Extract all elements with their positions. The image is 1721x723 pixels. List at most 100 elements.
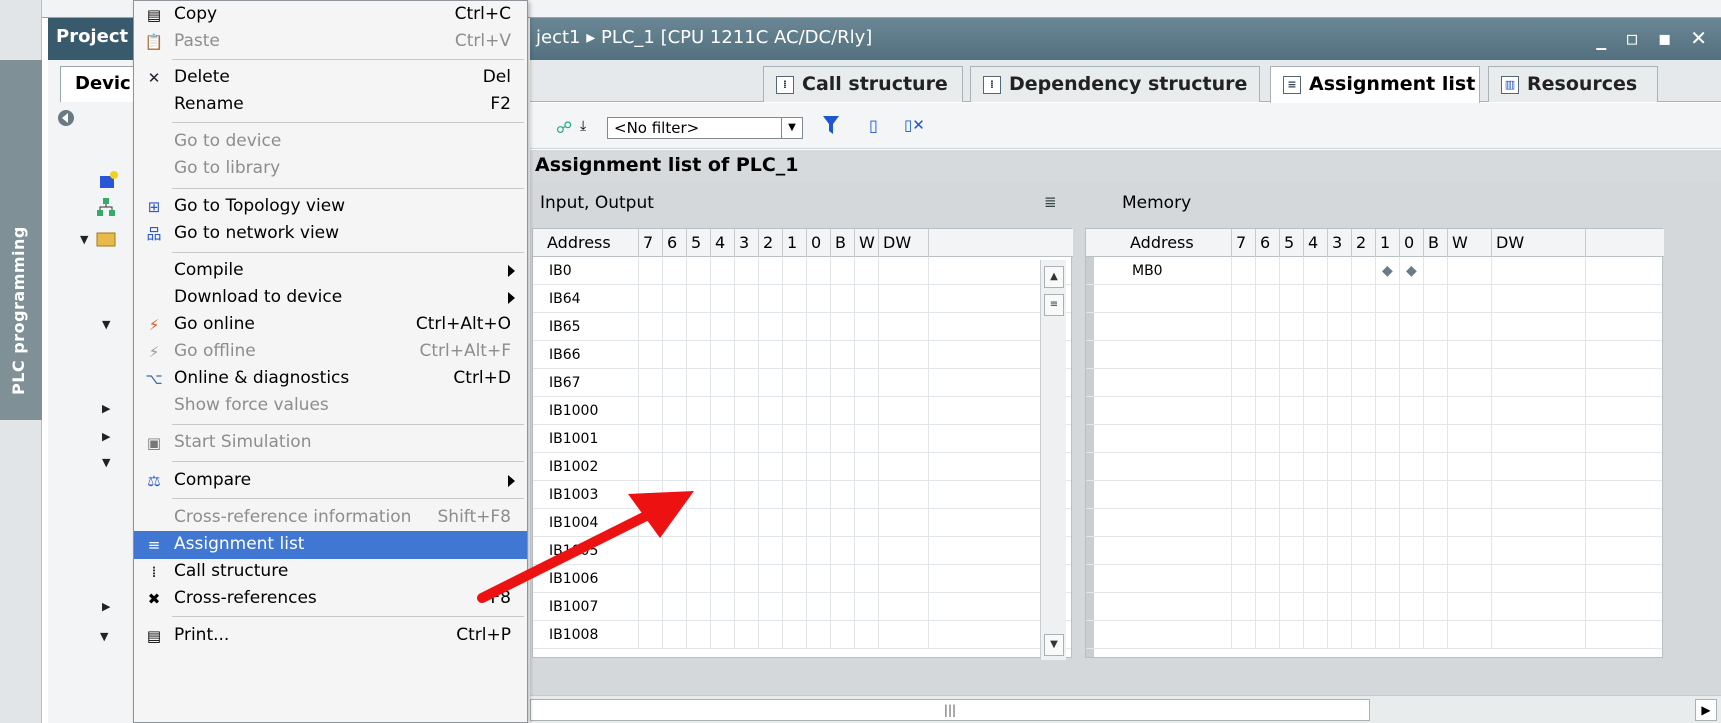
filter-icon[interactable] bbox=[822, 114, 840, 140]
table-row[interactable] bbox=[1086, 537, 1662, 565]
view-icon[interactable]: ☍ bbox=[556, 118, 572, 137]
table-row[interactable]: MB0 ◆ ◆ bbox=[1086, 257, 1662, 285]
menu-item-copy[interactable]: ▤ Copy Ctrl+C bbox=[134, 1, 527, 29]
table-row[interactable] bbox=[1086, 453, 1662, 481]
table-row[interactable] bbox=[1086, 397, 1662, 425]
chevron-down-icon[interactable]: ▼ bbox=[781, 118, 802, 138]
menu-item-assignment-list[interactable]: ≡ Assignment list bbox=[134, 531, 527, 559]
collapse-arrow-icon[interactable]: ▶ bbox=[102, 402, 110, 415]
column-header[interactable]: 1 bbox=[783, 229, 807, 257]
menu-item-compare[interactable]: ⚖ Compare bbox=[134, 467, 527, 495]
column-header[interactable]: 0 bbox=[1400, 229, 1424, 257]
column-header[interactable]: W bbox=[1448, 229, 1492, 257]
menu-item-cross-references[interactable]: ✖ Cross-references F8 bbox=[134, 585, 527, 613]
table-row[interactable]: IB1008 bbox=[533, 621, 1071, 649]
menu-item-print[interactable]: ▤ Print... Ctrl+P bbox=[134, 622, 527, 650]
table-row[interactable] bbox=[1086, 593, 1662, 621]
column-header[interactable]: 4 bbox=[1304, 229, 1328, 257]
tab-call-structure[interactable]: ⁞ Call structure bbox=[763, 66, 963, 102]
column-header[interactable]: 5 bbox=[687, 229, 711, 257]
scroll-right-button[interactable]: ▶ bbox=[1695, 699, 1717, 721]
menu-item-compile[interactable]: Compile bbox=[134, 257, 527, 285]
menu-item-delete[interactable]: ✕ Delete Del bbox=[134, 64, 527, 92]
back-icon[interactable] bbox=[56, 108, 76, 128]
column-header[interactable]: 6 bbox=[663, 229, 687, 257]
devices-networks-icon[interactable] bbox=[96, 197, 116, 217]
table-row[interactable] bbox=[1086, 509, 1662, 537]
table-row[interactable]: IB1001 bbox=[533, 425, 1071, 453]
legend-icon[interactable]: ≣ bbox=[1044, 193, 1057, 211]
column-header[interactable]: B bbox=[831, 229, 855, 257]
bit-cell bbox=[831, 537, 855, 565]
horizontal-scrollbar[interactable]: ||| ▶ bbox=[530, 695, 1721, 723]
menu-item-online-diagnostics[interactable]: ⌥ Online & diagnostics Ctrl+D bbox=[134, 365, 527, 393]
column-header[interactable]: 3 bbox=[735, 229, 759, 257]
column-header[interactable]: DW bbox=[1492, 229, 1586, 257]
table-row[interactable]: IB1007 bbox=[533, 593, 1071, 621]
column-header[interactable]: 3 bbox=[1328, 229, 1352, 257]
menu-item-download-to-device[interactable]: Download to device bbox=[134, 284, 527, 312]
table-row[interactable]: IB1002 bbox=[533, 453, 1071, 481]
column-header[interactable]: DW bbox=[879, 229, 929, 257]
menu-item-go-online[interactable]: ⚡ Go online Ctrl+Alt+O bbox=[134, 311, 527, 339]
table-row[interactable]: IB64 bbox=[533, 285, 1071, 313]
column-header[interactable]: 0 bbox=[807, 229, 831, 257]
devices-tab[interactable]: Devic bbox=[60, 66, 140, 102]
tab-resources[interactable]: ▥ Resources bbox=[1488, 66, 1658, 102]
table-row[interactable]: IB0 bbox=[533, 257, 1071, 285]
column-header[interactable]: 2 bbox=[759, 229, 783, 257]
table-row[interactable] bbox=[1086, 369, 1662, 397]
table-row[interactable]: IB1005 bbox=[533, 537, 1071, 565]
add-device-icon[interactable] bbox=[98, 170, 118, 190]
expand-arrow-icon[interactable]: ▼ bbox=[102, 456, 110, 469]
table-row[interactable]: IB1006 bbox=[533, 565, 1071, 593]
column-header[interactable]: B bbox=[1424, 229, 1448, 257]
expand-arrow-icon[interactable]: ▼ bbox=[102, 318, 110, 331]
menu-item-go-to-network-view[interactable]: 品 Go to network view bbox=[134, 220, 527, 248]
table-row[interactable] bbox=[1086, 285, 1662, 313]
plc-programming-tab[interactable]: PLC programming bbox=[0, 60, 42, 420]
collapse-arrow-icon[interactable]: ▶ bbox=[102, 600, 110, 613]
table-row[interactable] bbox=[1086, 621, 1662, 649]
expand-arrow-icon[interactable]: ▼ bbox=[100, 630, 108, 643]
table-row[interactable] bbox=[1086, 313, 1662, 341]
expand-arrow-icon[interactable]: ▼ bbox=[80, 233, 88, 246]
tab-dependency-structure[interactable]: ⁞ Dependency structure bbox=[970, 66, 1260, 102]
download-filter-icon[interactable]: ⤓ bbox=[580, 118, 586, 134]
column-header[interactable]: 5 bbox=[1280, 229, 1304, 257]
column-header[interactable]: 1 bbox=[1376, 229, 1400, 257]
scroll-thumb[interactable]: ≡ bbox=[1044, 294, 1064, 316]
tab-assignment-list[interactable]: ≡ Assignment list bbox=[1270, 66, 1480, 103]
filter-select[interactable]: <No filter> bbox=[607, 117, 803, 139]
column-header[interactable]: 6 bbox=[1256, 229, 1280, 257]
column-header[interactable]: Address bbox=[543, 229, 639, 257]
vertical-scrollbar[interactable]: ▲ ≡ ▼ bbox=[1040, 260, 1066, 660]
menu-item-go-to-topology-view[interactable]: ⊞ Go to Topology view bbox=[134, 193, 527, 221]
table-row[interactable]: IB65 bbox=[533, 313, 1071, 341]
table-row[interactable] bbox=[1086, 481, 1662, 509]
table-row[interactable]: IB1004 bbox=[533, 509, 1071, 537]
free-addresses-icon[interactable]: ▯✕ bbox=[904, 116, 925, 134]
window-controls[interactable]: _ ▫ ▪ ✕ bbox=[1596, 26, 1713, 50]
scroll-thumb[interactable]: ||| bbox=[530, 699, 1370, 721]
column-header[interactable]: 7 bbox=[639, 229, 663, 257]
table-row[interactable]: IB1003 bbox=[533, 481, 1071, 509]
bit-cell bbox=[1424, 509, 1448, 537]
scroll-down-button[interactable]: ▼ bbox=[1044, 634, 1064, 656]
column-header[interactable]: Address bbox=[1126, 229, 1232, 257]
menu-item-call-structure[interactable]: ⁞ Call structure bbox=[134, 558, 527, 586]
table-row[interactable]: IB67 bbox=[533, 369, 1071, 397]
collapse-arrow-icon[interactable]: ▶ bbox=[102, 430, 110, 443]
scroll-up-button[interactable]: ▲ bbox=[1044, 266, 1064, 288]
table-row[interactable] bbox=[1086, 565, 1662, 593]
menu-item-rename[interactable]: Rename F2 bbox=[134, 91, 527, 119]
column-header[interactable]: W bbox=[855, 229, 879, 257]
table-row[interactable] bbox=[1086, 425, 1662, 453]
column-header[interactable]: 4 bbox=[711, 229, 735, 257]
used-addresses-icon[interactable]: ▯ bbox=[869, 116, 878, 135]
column-header[interactable]: 7 bbox=[1232, 229, 1256, 257]
table-row[interactable]: IB66 bbox=[533, 341, 1071, 369]
table-row[interactable] bbox=[1086, 341, 1662, 369]
column-header[interactable]: 2 bbox=[1352, 229, 1376, 257]
table-row[interactable]: IB1000 bbox=[533, 397, 1071, 425]
